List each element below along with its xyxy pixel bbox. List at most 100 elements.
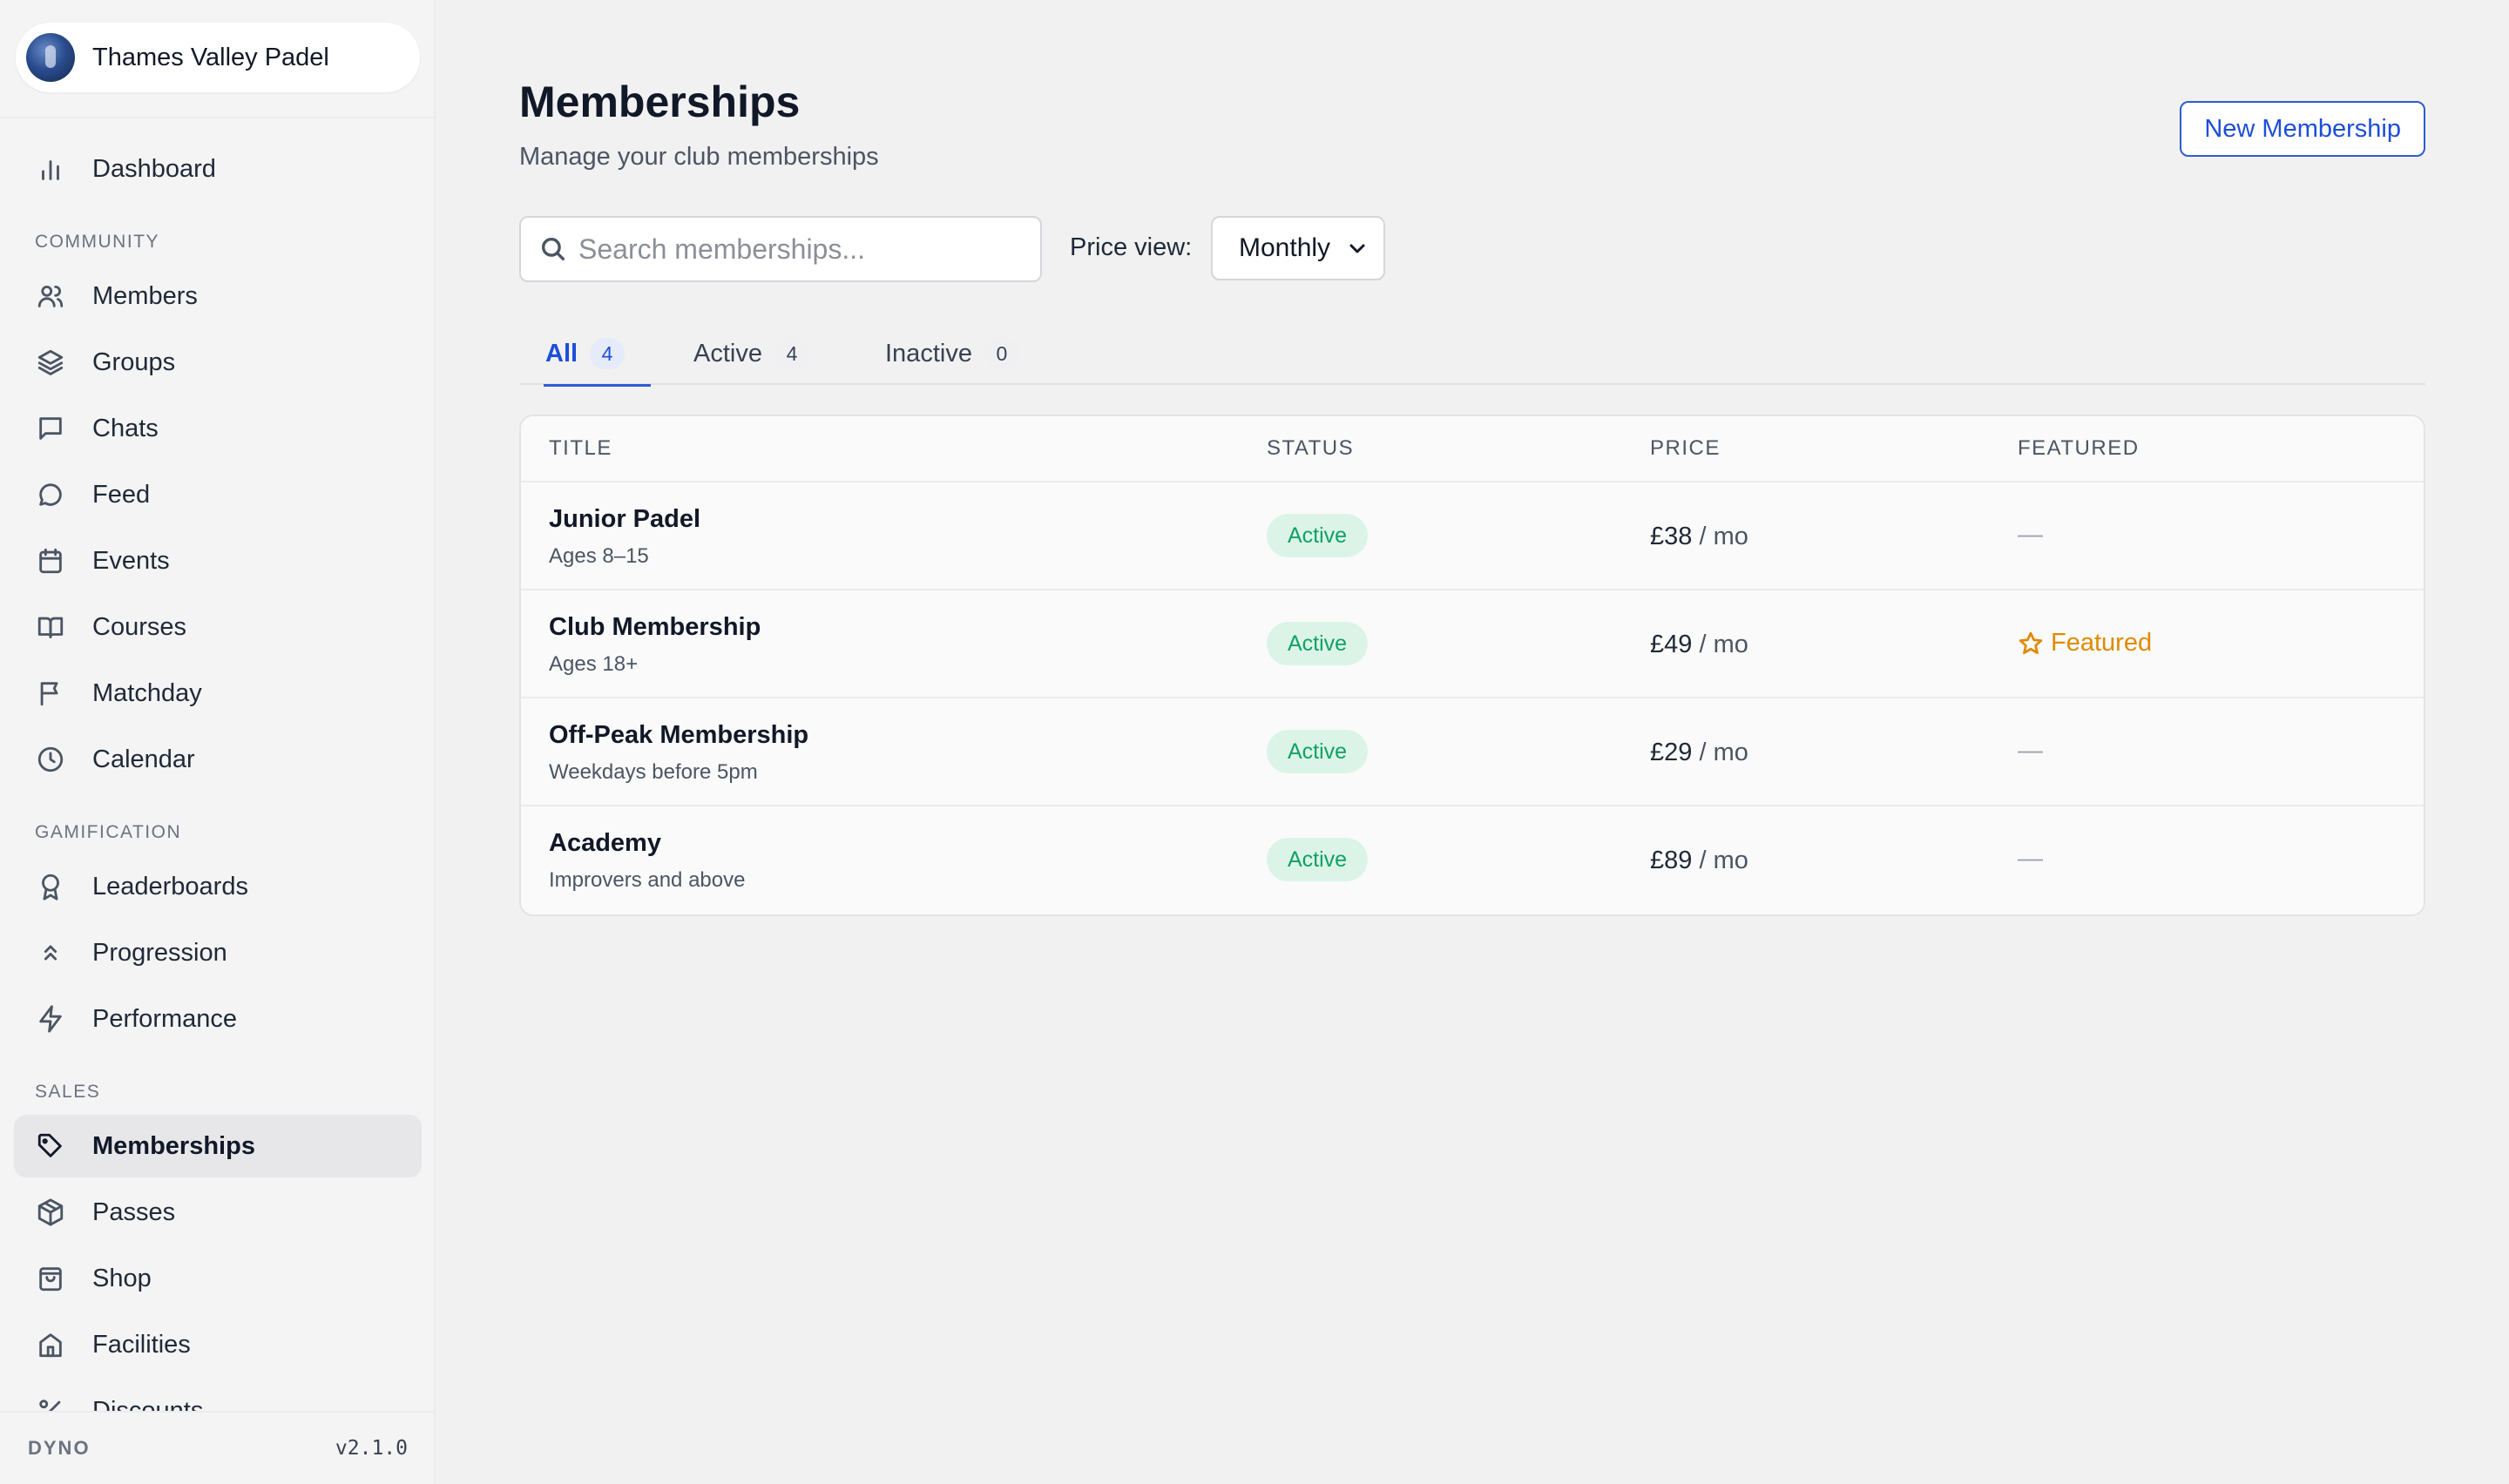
featured-cell: — <box>2018 521 2043 549</box>
status-tabs: All 4 Active 4 Inactive 0 <box>519 322 2425 387</box>
sidebar-item-label: Shop <box>92 1264 152 1292</box>
featured-cell: — <box>2018 737 2043 765</box>
title-cell: Junior Padel Ages 8–15 <box>549 505 700 569</box>
sidebar-item-members[interactable]: Members <box>14 265 422 327</box>
membership-subtitle: Weekdays before 5pm <box>549 760 758 784</box>
price-view-select[interactable]: Monthly <box>1211 216 1385 280</box>
award-icon <box>35 871 66 902</box>
title-cell: Off-Peak Membership Weekdays before 5pm <box>549 721 808 785</box>
tab-count: 0 <box>984 338 1019 369</box>
column-header-status: STATUS <box>1267 436 1355 460</box>
price-unit: / mo <box>1699 847 1748 874</box>
sidebar-item-label: Feed <box>92 480 151 509</box>
tab-count: 4 <box>774 338 809 369</box>
tab-count: 4 <box>590 338 626 369</box>
tab-label: Inactive <box>885 339 972 368</box>
sidebar-item-matchday[interactable]: Matchday <box>14 662 422 725</box>
sidebar-item-label: Courses <box>92 612 186 641</box>
table-header: TITLE STATUS PRICE FEATURED <box>521 416 2424 482</box>
sidebar-item-memberships[interactable]: Memberships <box>14 1115 422 1177</box>
section-label-gamification: GAMIFICATION <box>35 822 182 842</box>
status-badge: Active <box>1267 838 1369 881</box>
featured-cell: — <box>2018 845 2043 873</box>
tab-label: All <box>545 339 578 368</box>
sidebar-item-courses[interactable]: Courses <box>14 596 422 658</box>
sidebar-item-label: Leaderboards <box>92 872 248 901</box>
tab-active[interactable]: Active 4 <box>667 322 835 385</box>
club-switcher[interactable]: Thames Valley Padel <box>16 23 420 92</box>
sidebar-item-label: Groups <box>92 347 176 376</box>
sidebar-item-events[interactable]: Events <box>14 530 422 592</box>
sidebar-item-groups[interactable]: Groups <box>14 331 422 394</box>
price-amount: £49 <box>1650 631 1693 658</box>
tab-inactive[interactable]: Inactive 0 <box>859 322 1045 385</box>
status-badge: Active <box>1267 514 1369 557</box>
table-row[interactable]: Academy Improvers and above Active £89 /… <box>521 806 2424 914</box>
lightning-icon <box>35 1003 66 1035</box>
app-version: v2.1.0 <box>335 1437 408 1460</box>
search-icon <box>541 237 565 261</box>
price-cell: £49 / mo <box>1650 631 1748 659</box>
price-amount: £38 <box>1650 523 1693 550</box>
club-avatar <box>26 33 75 82</box>
title-cell: Club Membership Ages 18+ <box>549 613 761 677</box>
sidebar-item-passes[interactable]: Passes <box>14 1181 422 1244</box>
sidebar-item-feed[interactable]: Feed <box>14 463 422 526</box>
membership-subtitle: Ages 8–15 <box>549 544 649 568</box>
sidebar-item-dashboard[interactable]: Dashboard <box>14 138 422 200</box>
membership-title: Off-Peak Membership <box>549 721 809 749</box>
tab-all[interactable]: All 4 <box>519 322 652 387</box>
star-icon <box>2019 631 2043 654</box>
sidebar-item-label: Chats <box>92 414 159 442</box>
main-content: Memberships Manage your club memberships… <box>436 0 2509 1484</box>
page-subtitle: Manage your club memberships <box>519 143 879 171</box>
column-header-title: TITLE <box>549 436 612 460</box>
section-label-community: COMMUNITY <box>35 232 159 252</box>
column-header-price: PRICE <box>1650 436 1721 460</box>
sidebar-item-calendar[interactable]: Calendar <box>14 728 422 791</box>
search-box <box>519 216 1042 282</box>
home-icon <box>35 1329 66 1360</box>
search-input[interactable] <box>578 233 1014 266</box>
sidebar-divider <box>0 117 434 118</box>
sidebar-item-shop[interactable]: Shop <box>14 1247 422 1310</box>
new-membership-button[interactable]: New Membership <box>2180 101 2425 157</box>
sidebar-item-label: Calendar <box>92 745 195 773</box>
book-icon <box>35 611 66 643</box>
flag-icon <box>35 678 66 709</box>
table-row[interactable]: Junior Padel Ages 8–15 Active £38 / mo — <box>521 482 2424 590</box>
price-unit: / mo <box>1699 739 1748 766</box>
price-unit: / mo <box>1699 523 1748 550</box>
column-header-featured: FEATURED <box>2018 436 2140 460</box>
users-icon <box>35 280 66 312</box>
calendar-icon <box>35 545 66 577</box>
tag-icon <box>35 1130 66 1162</box>
status-cell: Active <box>1267 622 1369 665</box>
sidebar-item-performance[interactable]: Performance <box>14 988 422 1050</box>
sidebar-item-label: Members <box>92 281 198 310</box>
app: Thames Valley Padel Dashboard COMMUNITY … <box>0 0 2509 1484</box>
status-cell: Active <box>1267 838 1369 881</box>
price-amount: £89 <box>1650 847 1693 874</box>
sidebar-item-chats[interactable]: Chats <box>14 397 422 460</box>
membership-title: Academy <box>549 829 661 857</box>
sidebar-item-progression[interactable]: Progression <box>14 921 422 984</box>
sidebar-item-label: Passes <box>92 1197 176 1226</box>
chat-square-icon <box>35 413 66 444</box>
price-cell: £29 / mo <box>1650 739 1748 767</box>
chat-bubble-icon <box>35 479 66 510</box>
table-row[interactable]: Off-Peak Membership Weekdays before 5pm … <box>521 698 2424 806</box>
sidebar: Thames Valley Padel Dashboard COMMUNITY … <box>0 0 436 1484</box>
sidebar-item-label: Progression <box>92 938 227 967</box>
price-unit: / mo <box>1699 631 1748 658</box>
status-badge: Active <box>1267 622 1369 665</box>
status-cell: Active <box>1267 514 1369 557</box>
clock-icon <box>35 744 66 775</box>
section-label-sales: SALES <box>35 1082 101 1102</box>
featured-label: Featured <box>2051 629 2153 657</box>
sidebar-item-facilities[interactable]: Facilities <box>14 1313 422 1376</box>
membership-title: Club Membership <box>549 613 761 641</box>
page-title: Memberships <box>519 78 801 126</box>
sidebar-item-leaderboards[interactable]: Leaderboards <box>14 855 422 918</box>
table-row[interactable]: Club Membership Ages 18+ Active £49 / mo… <box>521 590 2424 698</box>
